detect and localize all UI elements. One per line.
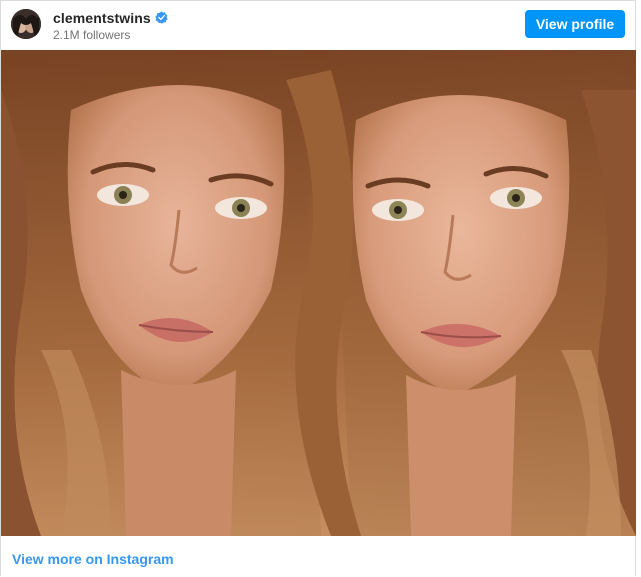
- username-row: clementstwins: [53, 9, 168, 26]
- verified-badge-icon: [155, 11, 168, 24]
- instagram-embed: clementstwins 2.1M followers View profil…: [0, 0, 636, 576]
- follower-count: 2.1M followers: [53, 28, 131, 42]
- post-header: clementstwins 2.1M followers View profil…: [1, 1, 635, 49]
- view-more-on-instagram-link[interactable]: View more on Instagram: [12, 551, 174, 567]
- post-photo[interactable]: [1, 50, 636, 536]
- username[interactable]: clementstwins: [53, 10, 151, 26]
- avatar[interactable]: [11, 9, 41, 39]
- user-info: clementstwins 2.1M followers: [53, 9, 168, 42]
- view-profile-button[interactable]: View profile: [525, 10, 625, 38]
- post-footer: View more on Instagram: [1, 536, 635, 577]
